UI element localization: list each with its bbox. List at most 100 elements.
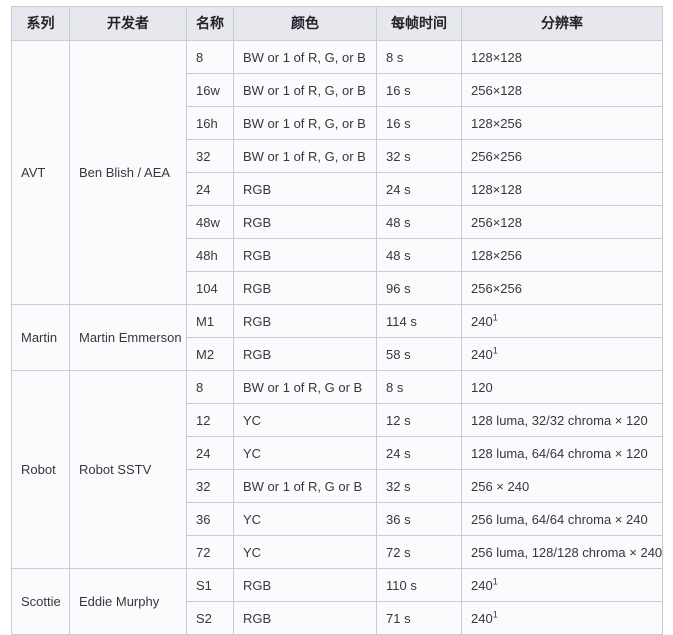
cell-resolution: 2401 <box>461 568 663 602</box>
resolution-value: 120 <box>471 379 493 395</box>
cell-frame-time: 48 s <box>376 238 462 272</box>
cell-color: BW or 1 of R, G, or B <box>233 106 377 140</box>
cell-developer: Ben Blish / AEA <box>69 40 187 305</box>
cell-frame-time: 8 s <box>376 370 462 404</box>
cell-color: RGB <box>233 568 377 602</box>
cell-resolution: 120 <box>461 370 663 404</box>
cell-color: YC <box>233 535 377 569</box>
cell-color: BW or 1 of R, G, or B <box>233 73 377 107</box>
resolution-value: 128×128 <box>471 49 522 65</box>
cell-mode-name: 8 <box>186 40 234 74</box>
cell-series: Scottie <box>11 568 70 635</box>
cell-mode-name: 12 <box>186 403 234 437</box>
cell-resolution: 128 luma, 32/32 chroma × 120 <box>461 403 663 437</box>
table-row: Martin Martin Emmerson M1 RGB 114 s 2401 <box>11 304 663 371</box>
resolution-value: 240 <box>471 346 493 362</box>
resolution-value: 256×256 <box>471 148 522 164</box>
cell-resolution: 128×128 <box>461 40 663 74</box>
cell-mode-name: 24 <box>186 172 234 206</box>
page-container: 系列 开发者 名称 颜色 每帧时间 分辨率 AVT Ben Blish / AEA… <box>0 0 673 635</box>
resolution-value: 128×128 <box>471 181 522 197</box>
cell-mode-name: 72 <box>186 535 234 569</box>
cell-mode-name: M1 <box>186 304 234 338</box>
table-row: Robot Robot SSTV 8 BW or 1 of R, G or B8 s1… <box>11 370 663 569</box>
resolution-value: 240 <box>471 577 493 593</box>
cell-color: RGB <box>233 172 377 206</box>
footnote-marker: 1 <box>492 576 498 587</box>
cell-frame-time: 12 s <box>376 403 462 437</box>
cell-frame-time: 71 s <box>376 601 462 635</box>
cell-color: RGB <box>233 205 377 239</box>
cell-mode-name: S2 <box>186 601 234 635</box>
cell-series: Robot <box>11 370 70 569</box>
column-header-developer: 开发者 <box>69 6 187 41</box>
footnote-marker: 1 <box>492 345 498 356</box>
cell-frame-time: 24 s <box>376 436 462 470</box>
table-row: AVT Ben Blish / AEA 8 BW or 1 of R, G, or B… <box>11 40 663 305</box>
cell-color: RGB <box>233 271 377 305</box>
cell-developer: Robot SSTV <box>69 370 187 569</box>
cell-mode-name: 104 <box>186 271 234 305</box>
table-row: Scottie Eddie Murphy S1 RGB 110 s 2401 <box>11 568 663 635</box>
cell-mode-name: S1 <box>186 568 234 602</box>
cell-mode-name: 48h <box>186 238 234 272</box>
resolution-value: 256×128 <box>471 214 522 230</box>
cell-developer: Eddie Murphy <box>69 568 187 635</box>
cell-resolution: 2401 <box>461 601 663 635</box>
cell-resolution: 128×256 <box>461 106 663 140</box>
cell-series: AVT <box>11 40 70 305</box>
resolution-value: 128 luma, 64/64 chroma × 120 <box>471 445 648 461</box>
cell-color: YC <box>233 502 377 536</box>
cell-mode-name: 48w <box>186 205 234 239</box>
column-header-series: 系列 <box>11 6 70 41</box>
cell-mode-name: 32 <box>186 469 234 503</box>
cell-frame-time: 16 s <box>376 106 462 140</box>
cell-resolution: 128 luma, 64/64 chroma × 120 <box>461 436 663 470</box>
resolution-value: 240 <box>471 313 493 329</box>
cell-color: BW or 1 of R, G or B <box>233 469 377 503</box>
cell-developer: Martin Emmerson <box>69 304 187 371</box>
resolution-value: 256 luma, 64/64 chroma × 240 <box>471 511 648 527</box>
cell-resolution: 256×128 <box>461 73 663 107</box>
cell-mode-name: 32 <box>186 139 234 173</box>
cell-frame-time: 72 s <box>376 535 462 569</box>
cell-frame-time: 114 s <box>376 304 462 338</box>
cell-frame-time: 110 s <box>376 568 462 602</box>
cell-frame-time: 32 s <box>376 139 462 173</box>
cell-resolution: 256×256 <box>461 271 663 305</box>
table-header: 系列 开发者 名称 颜色 每帧时间 分辨率 <box>11 6 663 41</box>
cell-resolution: 256×256 <box>461 139 663 173</box>
cell-resolution: 256 luma, 128/128 chroma × 240 <box>461 535 663 569</box>
resolution-value: 240 <box>471 610 493 626</box>
cell-resolution: 256 × 240 <box>461 469 663 503</box>
cell-mode-name: 36 <box>186 502 234 536</box>
cell-mode-name: 16w <box>186 73 234 107</box>
resolution-value: 128×256 <box>471 115 522 131</box>
resolution-value: 256 luma, 128/128 chroma × 240 <box>471 544 663 560</box>
resolution-value: 256 × 240 <box>471 478 530 494</box>
cell-frame-time: 8 s <box>376 40 462 74</box>
cell-resolution: 128×256 <box>461 238 663 272</box>
cell-frame-time: 58 s <box>376 337 462 371</box>
cell-mode-name: 16h <box>186 106 234 140</box>
cell-resolution: 2401 <box>461 304 663 338</box>
column-header-name: 名称 <box>186 6 234 41</box>
header-row: 系列 开发者 名称 颜色 每帧时间 分辨率 <box>11 6 663 41</box>
cell-color: YC <box>233 403 377 437</box>
cell-mode-name: M2 <box>186 337 234 371</box>
cell-color: RGB <box>233 304 377 338</box>
cell-color: RGB <box>233 337 377 371</box>
cell-frame-time: 24 s <box>376 172 462 206</box>
table-body: AVT Ben Blish / AEA 8 BW or 1 of R, G, or B… <box>11 40 663 635</box>
column-header-color: 颜色 <box>233 6 377 41</box>
column-header-frame-time: 每帧时间 <box>376 6 462 41</box>
cell-resolution: 128×128 <box>461 172 663 206</box>
footnote-marker: 1 <box>492 312 498 323</box>
resolution-value: 128 luma, 32/32 chroma × 120 <box>471 412 648 428</box>
cell-mode-name: 24 <box>186 436 234 470</box>
cell-mode-name: 8 <box>186 370 234 404</box>
cell-frame-time: 32 s <box>376 469 462 503</box>
cell-resolution: 256×128 <box>461 205 663 239</box>
cell-frame-time: 48 s <box>376 205 462 239</box>
cell-color: BW or 1 of R, G, or B <box>233 139 377 173</box>
